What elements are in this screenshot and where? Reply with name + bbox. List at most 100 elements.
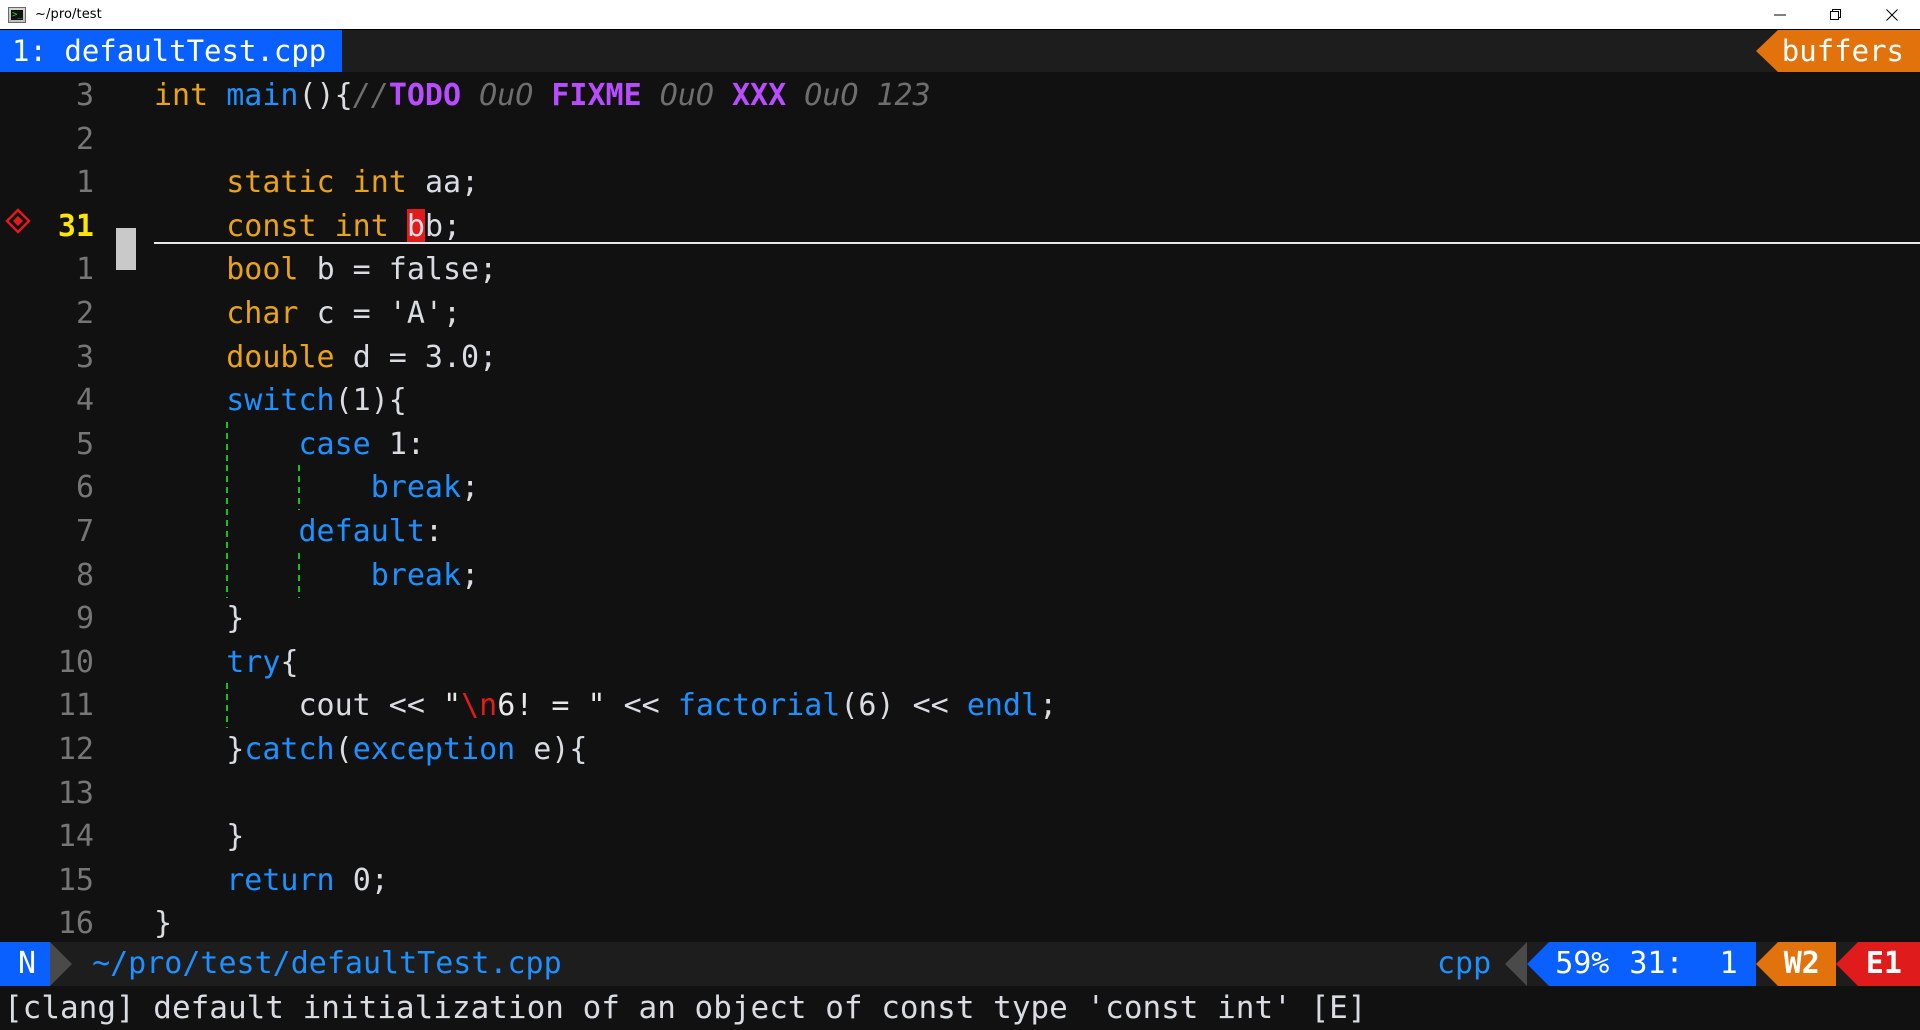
code-line[interactable]: 8 break; [0, 552, 1920, 598]
indent-guide [298, 465, 301, 511]
window-controls [1752, 0, 1920, 29]
code-token: ; [461, 470, 480, 506]
code-line[interactable]: 6 break; [0, 465, 1920, 511]
code-line[interactable]: 1 bool b = false; [0, 248, 1920, 292]
line-number: 16 [57, 906, 94, 942]
code-editor-area[interactable]: 3 int main(){//TODO OuO FIXME OuO XXX OuO… [0, 72, 1920, 942]
code-line-text: } [154, 902, 1920, 942]
code-token: // [352, 78, 389, 113]
code-token: (6) << [840, 688, 967, 724]
line-number: 10 [57, 644, 94, 680]
code-line[interactable]: 5 case 1: [0, 421, 1920, 467]
code-line[interactable]: 1 static int aa; [0, 161, 1920, 205]
status-filepath: ~/pro/test/defaultTest.cpp [92, 946, 562, 981]
status-warn-arrow-icon [1755, 942, 1778, 986]
code-token: TODO [388, 78, 462, 113]
code-token: catch [244, 731, 335, 767]
code-line[interactable]: 3 int main(){//TODO OuO FIXME OuO XXX OuO… [0, 74, 1920, 118]
status-filetype: cpp [1437, 946, 1492, 981]
close-icon[interactable] [1864, 0, 1920, 29]
code-line[interactable]: 31 const int bb; [0, 205, 1920, 270]
code-line[interactable]: 2 [0, 118, 1920, 162]
cursorline-underline [154, 242, 1920, 245]
line-number: 31 [57, 208, 94, 244]
code-token: << [605, 688, 678, 724]
line-number: 2 [75, 121, 94, 157]
code-token: default [298, 513, 425, 549]
buffers-label: buffers [1777, 30, 1920, 72]
line-number: 13 [57, 775, 94, 811]
command-message-line: [clang] default initialization of an obj… [0, 986, 1920, 1030]
code-line-text: int main(){//TODO OuO FIXME OuO XXX OuO … [154, 74, 1920, 118]
code-line-text: }catch(exception e){ [154, 728, 1920, 772]
code-line-text: default: [154, 508, 1920, 554]
code-line[interactable]: 9 } [0, 597, 1920, 641]
code-line-text: case 1: [154, 421, 1920, 467]
code-token: double [226, 339, 353, 375]
code-line-text: try{ [154, 641, 1920, 685]
line-number: 7 [75, 513, 94, 549]
code-token: case [298, 426, 389, 462]
status-error-count: E1 [1857, 942, 1920, 986]
window-titlebar: ~/pro/test [0, 0, 1920, 30]
code-line-text: break; [154, 465, 1920, 511]
code-line-text: double d = 3.0; [154, 336, 1920, 380]
code-line-text: char c = 'A'; [154, 292, 1920, 336]
error-diamond-icon [0, 205, 36, 249]
code-line[interactable]: 10 try{ [0, 641, 1920, 685]
status-warning-count: W2 [1777, 942, 1836, 986]
code-line[interactable]: 14 } [0, 815, 1920, 859]
code-token: (1){ [334, 383, 407, 419]
code-token: aa; [424, 165, 480, 201]
status-spacer [562, 942, 1437, 986]
code-line-text: bool b = false; [154, 248, 1920, 292]
tabline-filler [342, 30, 1756, 72]
status-mode-arrow-icon [50, 942, 73, 986]
code-line[interactable]: 15 return 0; [0, 859, 1920, 903]
vim-window: 1: defaultTest.cpp buffers 3 int main(){/… [0, 30, 1920, 1030]
code-token: exception [352, 731, 516, 767]
code-token: static int [226, 165, 425, 201]
terminal-icon [8, 6, 26, 23]
code-token: 1: [388, 426, 425, 462]
code-line[interactable]: 12 }catch(exception e){ [0, 728, 1920, 772]
code-line-text: cout << "\n6! = " << factorial(6) << end… [154, 683, 1920, 729]
code-line[interactable]: 7 default: [0, 508, 1920, 554]
code-token: : [424, 513, 443, 549]
code-token: XXX [732, 78, 787, 113]
buffers-indicator[interactable]: buffers [1755, 30, 1920, 72]
statusline: N ~/pro/test/defaultTest.cpp cpp 59% 31:… [0, 942, 1920, 986]
indent-guide [226, 508, 229, 554]
maximize-icon[interactable] [1808, 0, 1864, 29]
code-token: OuO [461, 78, 552, 113]
code-token: } [154, 906, 173, 942]
code-token: break [370, 470, 462, 506]
code-token: ; [1039, 688, 1058, 724]
code-line[interactable]: 11 cout << "\n6! = " << factorial(6) << … [0, 683, 1920, 729]
code-line[interactable]: 3 double d = 3.0; [0, 336, 1920, 380]
code-token: bool [226, 252, 317, 288]
minimize-icon[interactable] [1752, 0, 1808, 29]
line-number: 15 [57, 862, 94, 898]
status-error-arrow-icon [1835, 942, 1858, 986]
code-line[interactable]: 4 switch(1){ [0, 379, 1920, 423]
code-token: return [226, 862, 353, 898]
code-token: " [443, 688, 462, 724]
status-percent-arrow-icon [1527, 942, 1550, 986]
code-token: (){ [298, 78, 353, 113]
code-token: OuO [641, 78, 732, 113]
code-line[interactable]: 16} [0, 902, 1920, 942]
code-token: break [370, 557, 462, 593]
line-number: 6 [75, 470, 94, 506]
code-line[interactable]: 2 char c = 'A'; [0, 292, 1920, 336]
code-token: { [280, 644, 299, 680]
line-number: 3 [75, 78, 94, 113]
code-line[interactable]: 13 [0, 772, 1920, 816]
code-line-text: } [154, 815, 1920, 859]
buffer-tab-active[interactable]: 1: defaultTest.cpp [0, 30, 343, 72]
